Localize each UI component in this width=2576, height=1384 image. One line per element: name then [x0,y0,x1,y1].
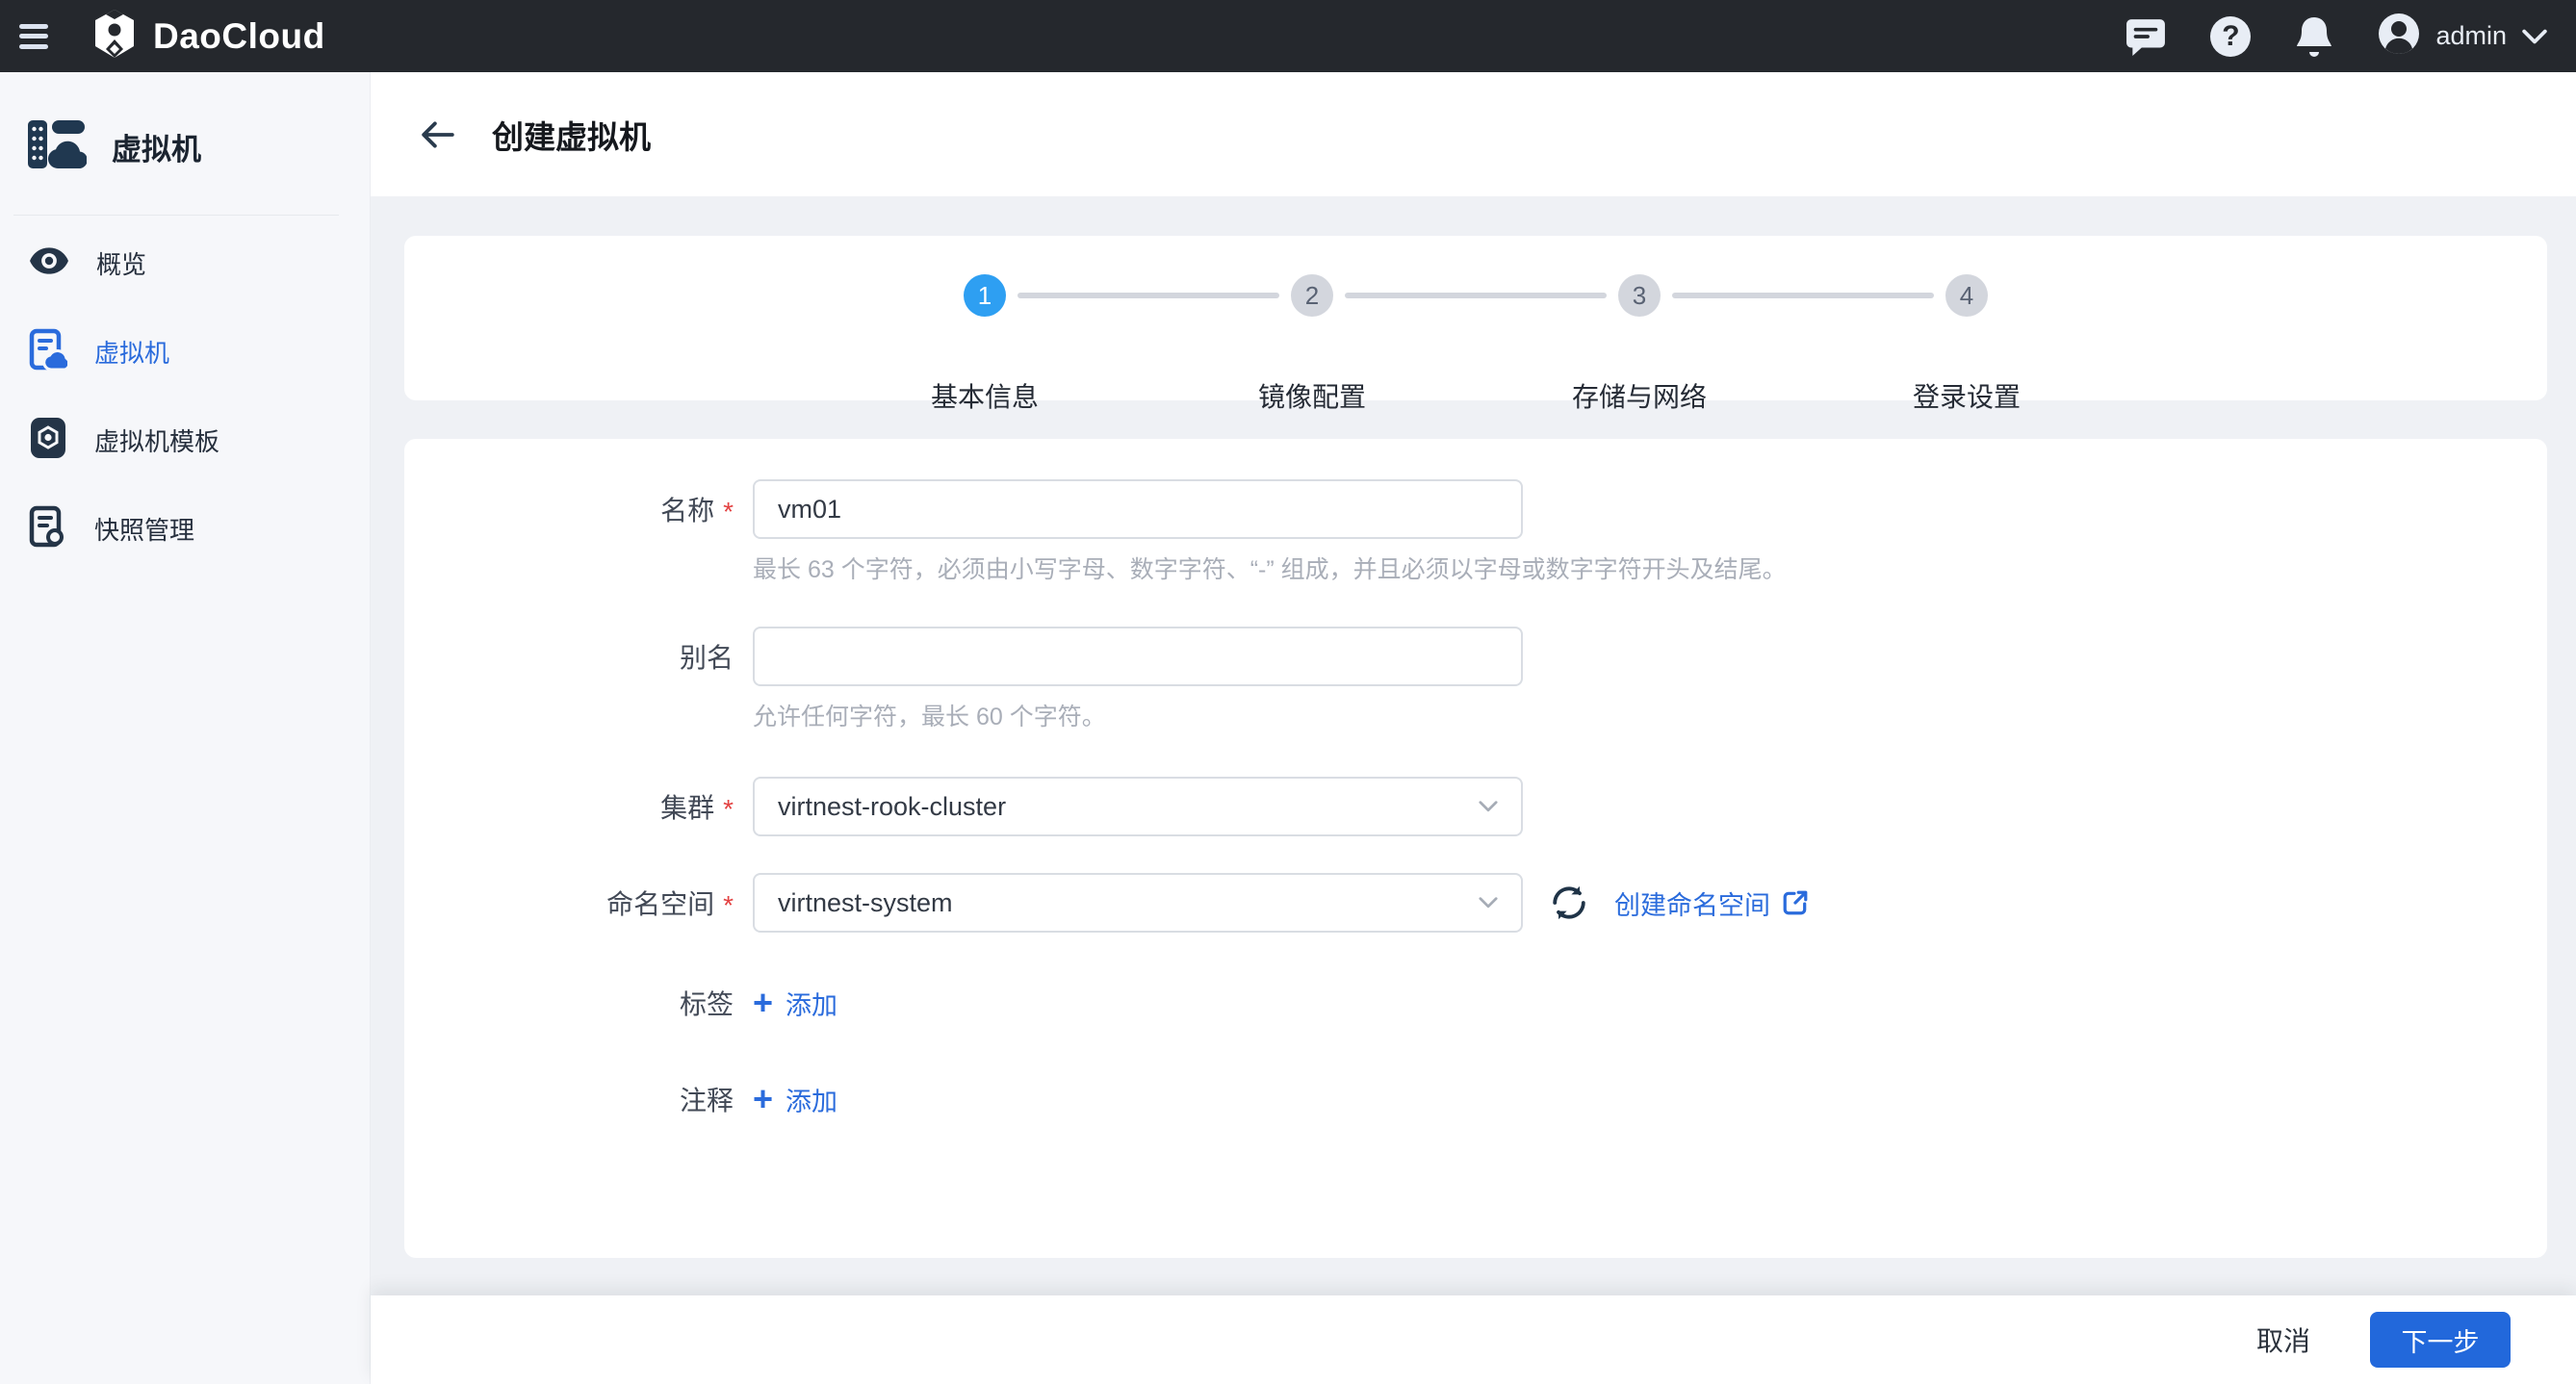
vm-doc-icon [29,328,67,375]
refresh-icon[interactable] [1549,873,1589,933]
cluster-select-value: virtnest-rook-cluster [778,792,1006,822]
name-help-text: 最长 63 个字符，必须由小写字母、数字字符、“-” 组成，并且必须以字母或数字… [753,551,2547,585]
namespace-select[interactable]: virtnest-system [753,873,1523,933]
topbar-actions: ? admin [2125,13,2547,60]
sidebar-item-overview[interactable]: 概览 [0,218,370,307]
step-connector [1345,293,1607,298]
help-icon[interactable]: ? [2210,16,2251,57]
add-label-button[interactable]: + 添加 [753,984,837,1022]
username: admin [2435,21,2507,51]
namespace-select-value: virtnest-system [778,888,953,918]
name-row: 名称 * [404,479,2547,539]
step-basic-info[interactable]: 1 基本信息 [964,274,1006,400]
alias-input[interactable] [753,627,1523,686]
alias-row: 别名 [404,627,2547,686]
name-label-wrap: 名称 * [404,479,734,539]
step-connector [1018,293,1279,298]
sidebar-item-snapshots[interactable]: 快照管理 [0,484,370,573]
step-label: 镜像配置 [1258,376,1366,415]
bell-icon[interactable] [2295,15,2333,58]
sidebar-section-title: 虚拟机 [112,125,201,168]
required-mark: * [723,794,734,825]
sidebar-item-label: 虚拟机 [94,334,169,370]
vm-cloud-icon [27,118,87,175]
cluster-label: 集群 [660,787,714,826]
name-label: 名称 [660,490,714,528]
wizard-footer: 取消 下一步 [371,1295,2576,1384]
annotations-label: 注释 [680,1080,734,1118]
brand: DaoCloud [93,9,325,64]
brand-name: DaoCloud [153,16,325,57]
next-step-button[interactable]: 下一步 [2370,1312,2511,1368]
cluster-label-wrap: 集群 * [404,777,734,836]
chat-icon[interactable] [2125,17,2166,56]
step-storage-network[interactable]: 3 存储与网络 [1618,274,1661,400]
step-label: 基本信息 [931,376,1039,415]
sidebar-item-label: 虚拟机模板 [94,423,219,458]
step-number: 2 [1291,274,1333,317]
cancel-button[interactable]: 取消 [2251,1320,2316,1360]
step-connector [1672,293,1934,298]
plus-icon: + [753,986,773,1020]
add-annotation-text: 添加 [786,1081,837,1118]
labels-label: 标签 [680,984,734,1022]
back-arrow-icon[interactable] [421,120,455,149]
chevron-down-icon [1479,897,1498,909]
sidebar-item-label: 快照管理 [94,511,194,547]
plus-icon: + [753,1082,773,1116]
alias-help-text: 允许任何字符，最长 60 个字符。 [753,698,2547,732]
step-number: 4 [1945,274,1988,317]
external-link-icon [1782,889,1809,916]
alias-label-wrap: 别名 [404,627,734,686]
sidebar-item-label: 概览 [96,245,146,281]
stepper-card: 1 基本信息 2 镜像配置 3 存储与网络 4 登录设置 [404,236,2547,400]
step-label: 登录设置 [1913,376,2021,415]
user-menu[interactable]: admin [2378,13,2547,60]
sidebar-item-vm[interactable]: 虚拟机 [0,307,370,396]
sidebar-item-vm-template[interactable]: 虚拟机模板 [0,396,370,484]
sidebar-nav: 概览 虚拟机 虚拟机模板 [0,218,370,573]
cluster-select[interactable]: virtnest-rook-cluster [753,777,1523,836]
avatar [2378,13,2420,60]
namespace-label-wrap: 命名空间 * [404,873,734,933]
cluster-row: 集群 * virtnest-rook-cluster [404,777,2547,836]
alias-label: 别名 [680,637,734,676]
step-number: 3 [1618,274,1661,317]
required-mark: * [723,497,734,527]
sidebar-divider [13,215,339,216]
step-number: 1 [964,274,1006,317]
annotations-label-wrap: 注释 [404,1080,734,1118]
required-mark: * [723,890,734,921]
step-login-settings[interactable]: 4 登录设置 [1945,274,1988,400]
step-image-config[interactable]: 2 镜像配置 [1291,274,1333,400]
step-label: 存储与网络 [1572,376,1707,415]
name-input[interactable] [753,479,1523,539]
annotations-row: 注释 + 添加 [404,1080,2547,1118]
chevron-down-icon [2522,29,2547,44]
eye-icon [29,246,69,280]
add-annotation-button[interactable]: + 添加 [753,1080,837,1118]
chevron-down-icon [1479,801,1498,812]
sidebar: 虚拟机 概览 虚拟机 [0,72,371,1384]
daocloud-logo-icon [93,9,136,64]
page-title: 创建虚拟机 [492,112,651,158]
page-header: 创建虚拟机 [371,72,2576,196]
add-label-text: 添加 [786,985,837,1022]
namespace-label: 命名空间 [606,884,714,922]
create-namespace-link[interactable]: 创建命名空间 [1614,873,1809,933]
basic-info-form: 名称 * 最长 63 个字符，必须由小写字母、数字字符、“-” 组成，并且必须以… [404,439,2547,1258]
menu-icon[interactable] [19,24,48,49]
labels-row: 标签 + 添加 [404,984,2547,1022]
namespace-row: 命名空间 * virtnest-system 创建命名空间 [404,873,2547,933]
sidebar-section-header: 虚拟机 [27,118,201,175]
vm-template-icon [29,417,67,464]
create-namespace-label: 创建命名空间 [1614,884,1770,922]
labels-label-wrap: 标签 [404,984,734,1022]
topbar: DaoCloud ? admin [0,0,2576,72]
snapshot-icon [29,505,67,552]
